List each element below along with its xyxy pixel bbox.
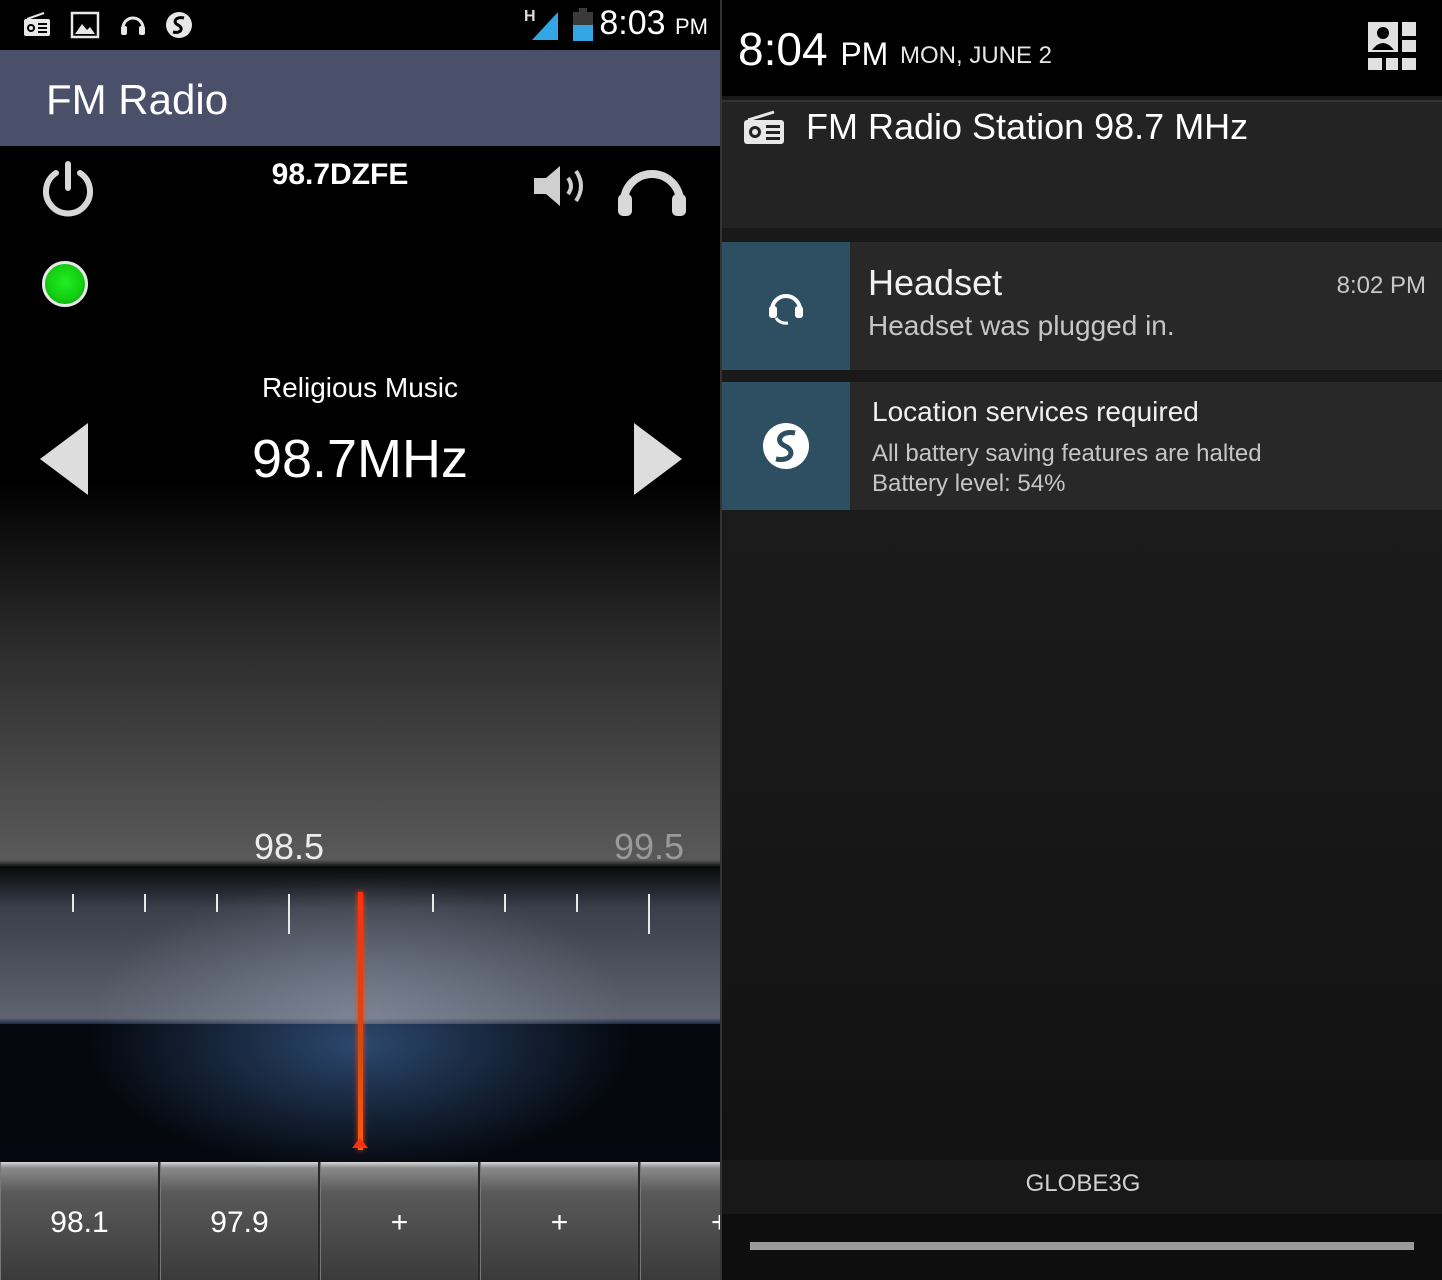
quick-settings-icon[interactable] bbox=[1366, 20, 1418, 72]
signal-icon bbox=[532, 12, 558, 40]
headset-icon bbox=[121, 16, 145, 35]
image-icon bbox=[70, 11, 100, 39]
s-app-icon bbox=[763, 423, 809, 469]
status-bar: H 8:03 PM bbox=[0, 0, 720, 50]
shade-header: 8:04 PM MON, JUNE 2 bbox=[722, 0, 1442, 96]
scale-label-next: 99.5 bbox=[614, 826, 685, 867]
headset-notification[interactable]: Headset 8:02 PM Headset was plugged in. bbox=[722, 242, 1442, 370]
location-notification[interactable]: Location services required All battery s… bbox=[722, 382, 1442, 510]
dial-tick bbox=[432, 894, 434, 912]
preset-add-button-4[interactable]: + bbox=[480, 1162, 640, 1280]
headset-notification-title: Headset bbox=[868, 262, 1003, 303]
dial-tick-major bbox=[648, 894, 650, 934]
notification-shade: 8:04 PM MON, JUNE 2 FM Radio Station 98.… bbox=[720, 0, 1442, 1280]
status-indicator-led bbox=[42, 261, 88, 307]
preset-add-button-3[interactable]: + bbox=[320, 1162, 480, 1280]
carrier-label: GLOBE3G bbox=[722, 1160, 1442, 1214]
preset-add-button-5[interactable]: + bbox=[640, 1162, 720, 1280]
battery-icon bbox=[573, 8, 593, 41]
needle-base bbox=[352, 1138, 368, 1148]
dial-tick bbox=[72, 894, 74, 912]
shade-background bbox=[722, 510, 1442, 1160]
headset-notification-time: 8:02 PM bbox=[1336, 272, 1426, 299]
fm-radio-notification-title: FM Radio Station 98.7 MHz bbox=[806, 106, 1249, 147]
app-title: FM Radio bbox=[46, 76, 229, 123]
fm-radio-screen: H 8:03 PM FM Radio 98.7DZFE Religious Mu… bbox=[0, 0, 720, 1280]
location-notification-line1: All battery saving features are halted bbox=[872, 440, 1262, 467]
location-notification-title: Location services required bbox=[872, 396, 1199, 427]
action-bar: FM Radio bbox=[0, 50, 720, 146]
shade-drag-handle[interactable] bbox=[750, 1242, 1414, 1250]
scale-label-current: 98.5 bbox=[254, 826, 325, 867]
shade-date: MON, JUNE 2 bbox=[900, 42, 1053, 69]
preset-bar: 98.1 97.9 + + + bbox=[0, 1162, 720, 1280]
dial-tick bbox=[216, 894, 218, 912]
seek-next-button[interactable] bbox=[634, 423, 682, 495]
s-app-icon bbox=[166, 12, 192, 38]
dial-tick-major bbox=[288, 894, 290, 934]
tuning-needle[interactable] bbox=[358, 892, 363, 1150]
shade-clock: 8:04 PM bbox=[738, 23, 889, 75]
station-genre: Religious Music bbox=[261, 372, 459, 403]
dial-tick bbox=[144, 894, 146, 912]
dial-tick bbox=[504, 894, 506, 912]
speaker-icon[interactable] bbox=[532, 162, 594, 210]
headset-notification-text: Headset was plugged in. bbox=[868, 310, 1175, 341]
headset-notification-iconbox bbox=[722, 242, 850, 370]
preset-button-1[interactable]: 98.1 bbox=[0, 1162, 160, 1280]
shade-bottom-bar bbox=[722, 1214, 1442, 1280]
headphone-icon[interactable] bbox=[616, 158, 688, 218]
preset-button-2[interactable]: 97.9 bbox=[160, 1162, 320, 1280]
fm-radio-notification[interactable]: FM Radio Station 98.7 MHz bbox=[722, 100, 1442, 228]
location-notification-iconbox bbox=[722, 382, 850, 510]
dial-tick bbox=[576, 894, 578, 912]
current-frequency: 98.7MHz bbox=[251, 429, 469, 489]
headset-icon bbox=[769, 294, 803, 325]
radio-icon bbox=[744, 110, 784, 144]
status-clock: 8:03 PM bbox=[599, 4, 708, 42]
tuning-dial[interactable] bbox=[0, 868, 720, 1164]
location-notification-line2: Battery level: 54% bbox=[872, 470, 1066, 497]
radio-icon bbox=[24, 12, 50, 36]
